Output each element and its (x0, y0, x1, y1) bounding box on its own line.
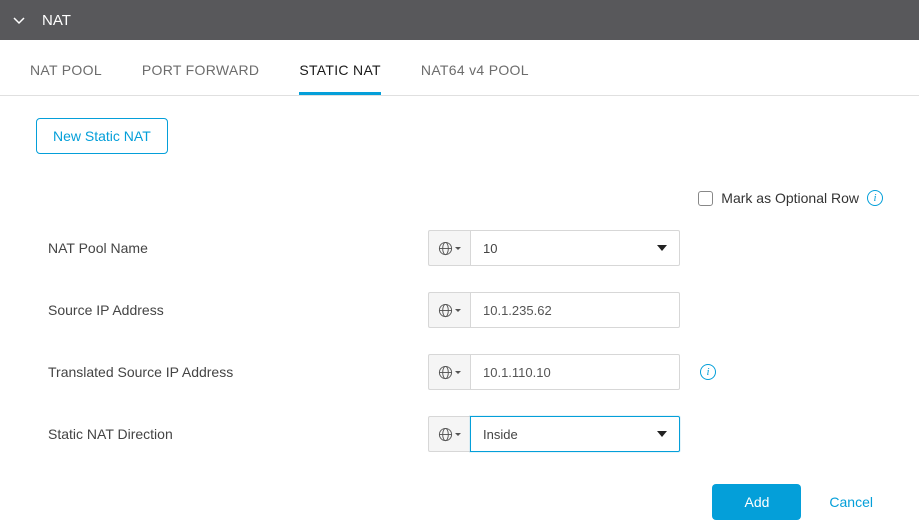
mark-optional-checkbox[interactable] (698, 191, 713, 206)
cancel-button[interactable]: Cancel (829, 494, 883, 510)
scope-selector-nat-pool-name[interactable] (428, 230, 470, 266)
tabs-bar: NAT POOL PORT FORWARD STATIC NAT NAT64 v… (0, 40, 919, 96)
info-icon[interactable]: i (867, 190, 883, 206)
row-translated-source-ip: Translated Source IP Address 10.1.110.10… (48, 354, 883, 390)
tab-static-nat[interactable]: STATIC NAT (299, 40, 381, 95)
form: NAT Pool Name 10 Source IP Address (36, 230, 883, 452)
collapse-chevron-icon[interactable] (12, 13, 26, 27)
globe-icon (438, 241, 453, 256)
label-source-ip: Source IP Address (48, 302, 428, 318)
content-area: New Static NAT Mark as Optional Row i NA… (0, 96, 919, 452)
globe-icon (438, 365, 453, 380)
caret-down-icon (455, 247, 461, 250)
source-ip-value: 10.1.235.62 (483, 303, 667, 318)
globe-icon (438, 427, 453, 442)
tab-nat64-v4-pool[interactable]: NAT64 v4 POOL (421, 40, 529, 95)
section-header: NAT (0, 0, 919, 40)
section-title: NAT (42, 12, 71, 29)
dropdown-caret-icon (657, 431, 667, 437)
label-static-nat-direction: Static NAT Direction (48, 426, 428, 442)
info-icon[interactable]: i (700, 364, 716, 380)
footer-actions: Add Cancel (0, 478, 919, 520)
label-translated-source-ip: Translated Source IP Address (48, 364, 428, 380)
add-button[interactable]: Add (712, 484, 801, 520)
mark-optional-label: Mark as Optional Row (721, 190, 859, 206)
nat-pool-name-select[interactable]: 10 (470, 230, 680, 266)
translated-source-ip-value: 10.1.110.10 (483, 365, 667, 380)
translated-source-ip-input[interactable]: 10.1.110.10 (470, 354, 680, 390)
dropdown-caret-icon (657, 245, 667, 251)
nat-pool-name-value: 10 (483, 241, 657, 256)
row-static-nat-direction: Static NAT Direction Inside (48, 416, 883, 452)
label-nat-pool-name: NAT Pool Name (48, 240, 428, 256)
globe-icon (438, 303, 453, 318)
tab-port-forward[interactable]: PORT FORWARD (142, 40, 259, 95)
caret-down-icon (455, 371, 461, 374)
tab-nat-pool[interactable]: NAT POOL (30, 40, 102, 95)
static-nat-direction-value: Inside (483, 427, 657, 442)
scope-selector-static-nat-direction[interactable] (428, 416, 470, 452)
scope-selector-translated-source-ip[interactable] (428, 354, 470, 390)
source-ip-input[interactable]: 10.1.235.62 (470, 292, 680, 328)
row-source-ip: Source IP Address 10.1.235.62 (48, 292, 883, 328)
optional-row: Mark as Optional Row i (36, 190, 883, 206)
scope-selector-source-ip[interactable] (428, 292, 470, 328)
caret-down-icon (455, 433, 461, 436)
new-static-nat-button[interactable]: New Static NAT (36, 118, 168, 154)
row-nat-pool-name: NAT Pool Name 10 (48, 230, 883, 266)
static-nat-direction-select[interactable]: Inside (470, 416, 680, 452)
caret-down-icon (455, 309, 461, 312)
